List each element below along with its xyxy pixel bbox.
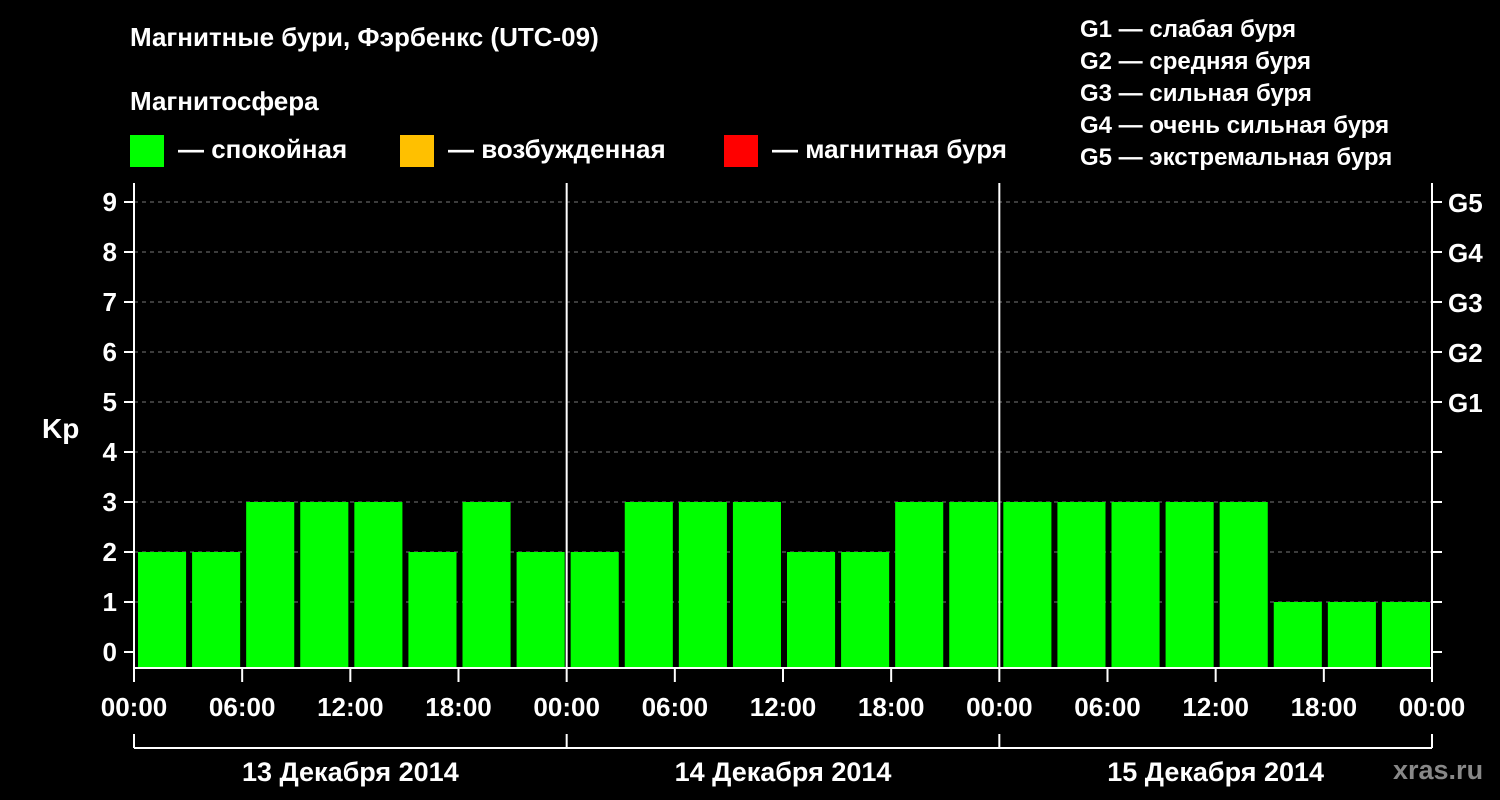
y-tick-label: 5 [103, 387, 117, 417]
kp-bar [1165, 502, 1214, 668]
kp-bar [787, 552, 836, 668]
x-tick-label: 06:00 [642, 692, 709, 722]
kp-bar [462, 502, 511, 668]
kp-bar [354, 502, 403, 668]
g-level-label: G1 [1448, 388, 1483, 418]
x-tick-label: 00:00 [1399, 692, 1466, 722]
x-tick-label: 00:00 [966, 692, 1033, 722]
day-label: 15 Декабря 2014 [1107, 757, 1324, 787]
kp-bar [408, 552, 457, 668]
x-tick-label: 18:00 [1291, 692, 1358, 722]
y-axis-label: Kp [42, 413, 79, 444]
x-tick-label: 12:00 [317, 692, 384, 722]
kp-bar [246, 502, 295, 668]
kp-bar [1057, 502, 1106, 668]
kp-bar [570, 552, 619, 668]
day-label: 14 Декабря 2014 [675, 757, 892, 787]
kp-bar [192, 552, 241, 668]
day-label: 13 Декабря 2014 [242, 757, 459, 787]
g-level-label: G3 [1448, 288, 1483, 318]
kp-bar [895, 502, 944, 668]
y-tick-label: 6 [103, 337, 117, 367]
brand-watermark: xras.ru [1393, 755, 1484, 785]
kp-bar [1327, 602, 1376, 668]
x-tick-label: 18:00 [858, 692, 925, 722]
kp-bar [300, 502, 349, 668]
y-tick-label: 1 [103, 587, 117, 617]
g-level-label: G2 [1448, 338, 1483, 368]
y-tick-label: 0 [103, 637, 117, 667]
x-tick-label: 00:00 [533, 692, 600, 722]
kp-bar [624, 502, 673, 668]
g-level-label: G4 [1448, 238, 1483, 268]
y-tick-label: 4 [103, 437, 118, 467]
kp-bar [138, 552, 187, 668]
kp-bar [1273, 602, 1322, 668]
x-tick-label: 06:00 [1074, 692, 1141, 722]
kp-bar [678, 502, 727, 668]
x-tick-label: 00:00 [101, 692, 168, 722]
y-tick-label: 3 [103, 487, 117, 517]
y-tick-label: 2 [103, 537, 117, 567]
kp-bar [516, 552, 565, 668]
y-tick-label: 8 [103, 237, 117, 267]
x-tick-label: 12:00 [750, 692, 817, 722]
x-tick-label: 12:00 [1182, 692, 1249, 722]
kp-bar [1111, 502, 1160, 668]
kp-bar [732, 502, 781, 668]
x-tick-label: 06:00 [209, 692, 276, 722]
kp-bar [1003, 502, 1052, 668]
kp-bar [1219, 502, 1268, 668]
kp-bar [841, 552, 890, 668]
kp-bar [949, 502, 998, 668]
x-tick-label: 18:00 [425, 692, 492, 722]
kp-bar [1381, 602, 1430, 668]
y-tick-label: 7 [103, 287, 117, 317]
g-level-label: G5 [1448, 188, 1483, 218]
kp-chart: 0 1 2 3 4 5 6 7 8 9 G1 G2 G3 G4 G5 Kp 00:00 06:00 12:00 18:… [42, 183, 1483, 787]
y-tick-label: 9 [103, 187, 117, 217]
